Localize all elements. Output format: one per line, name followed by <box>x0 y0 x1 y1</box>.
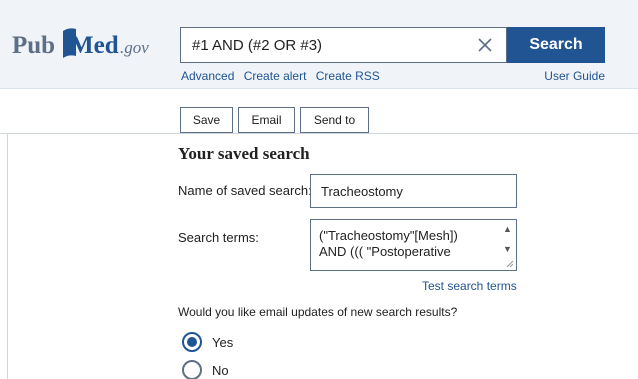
search-input[interactable] <box>181 28 471 62</box>
chevron-up-icon[interactable]: ▲ <box>503 224 512 234</box>
search-sublinks: Advanced Create alert Create RSS <box>181 69 386 83</box>
chevron-down-icon[interactable]: ▼ <box>503 244 512 254</box>
radio-no-label: No <box>212 362 229 378</box>
email-button[interactable]: Email <box>238 107 295 133</box>
save-button[interactable]: Save <box>180 107 233 133</box>
create-alert-link[interactable]: Create alert <box>244 69 307 83</box>
terms-label: Search terms: <box>178 230 259 245</box>
search-terms-textarea[interactable]: ("Tracheostomy"[Mesh]) AND ((( "Postoper… <box>310 219 517 271</box>
advanced-link[interactable]: Advanced <box>181 69 234 83</box>
saved-search-title: Your saved search <box>178 144 310 163</box>
clear-search-button[interactable] <box>471 32 499 58</box>
search-button[interactable]: Search <box>507 27 605 63</box>
radio-unchecked-icon[interactable] <box>182 360 202 379</box>
radio-yes[interactable]: Yes <box>182 331 233 353</box>
left-divider <box>7 134 8 379</box>
radio-yes-label: Yes <box>212 334 234 350</box>
logo-med-text: Med <box>70 32 119 59</box>
saved-search-name-field[interactable] <box>310 174 517 208</box>
test-search-terms-link[interactable]: Test search terms <box>422 279 517 293</box>
search-box <box>180 27 507 63</box>
pubmed-logo-graphic: Pub Med .gov <box>12 28 149 59</box>
send-to-button[interactable]: Send to <box>300 107 369 133</box>
close-icon <box>478 38 492 52</box>
radio-no[interactable]: No <box>182 359 229 379</box>
pubmed-logo[interactable]: Pub Med .gov <box>12 26 172 66</box>
header: Pub Med .gov Search Advanced Create aler… <box>0 0 638 89</box>
email-updates-question: Would you like email updates of new sear… <box>178 305 458 319</box>
logo-gov-text: .gov <box>120 38 149 57</box>
radio-checked-icon[interactable] <box>182 332 202 352</box>
create-rss-link[interactable]: Create RSS <box>316 69 380 83</box>
logo-pub-text: Pub <box>12 32 55 59</box>
name-label: Name of saved search: <box>178 183 312 198</box>
resize-grip-icon[interactable] <box>506 260 514 268</box>
user-guide-link[interactable]: User Guide <box>544 69 605 83</box>
actions-bar: Save Email Send to <box>0 99 638 134</box>
search-terms-text: ("Tracheostomy"[Mesh]) AND ((( "Postoper… <box>319 228 458 259</box>
